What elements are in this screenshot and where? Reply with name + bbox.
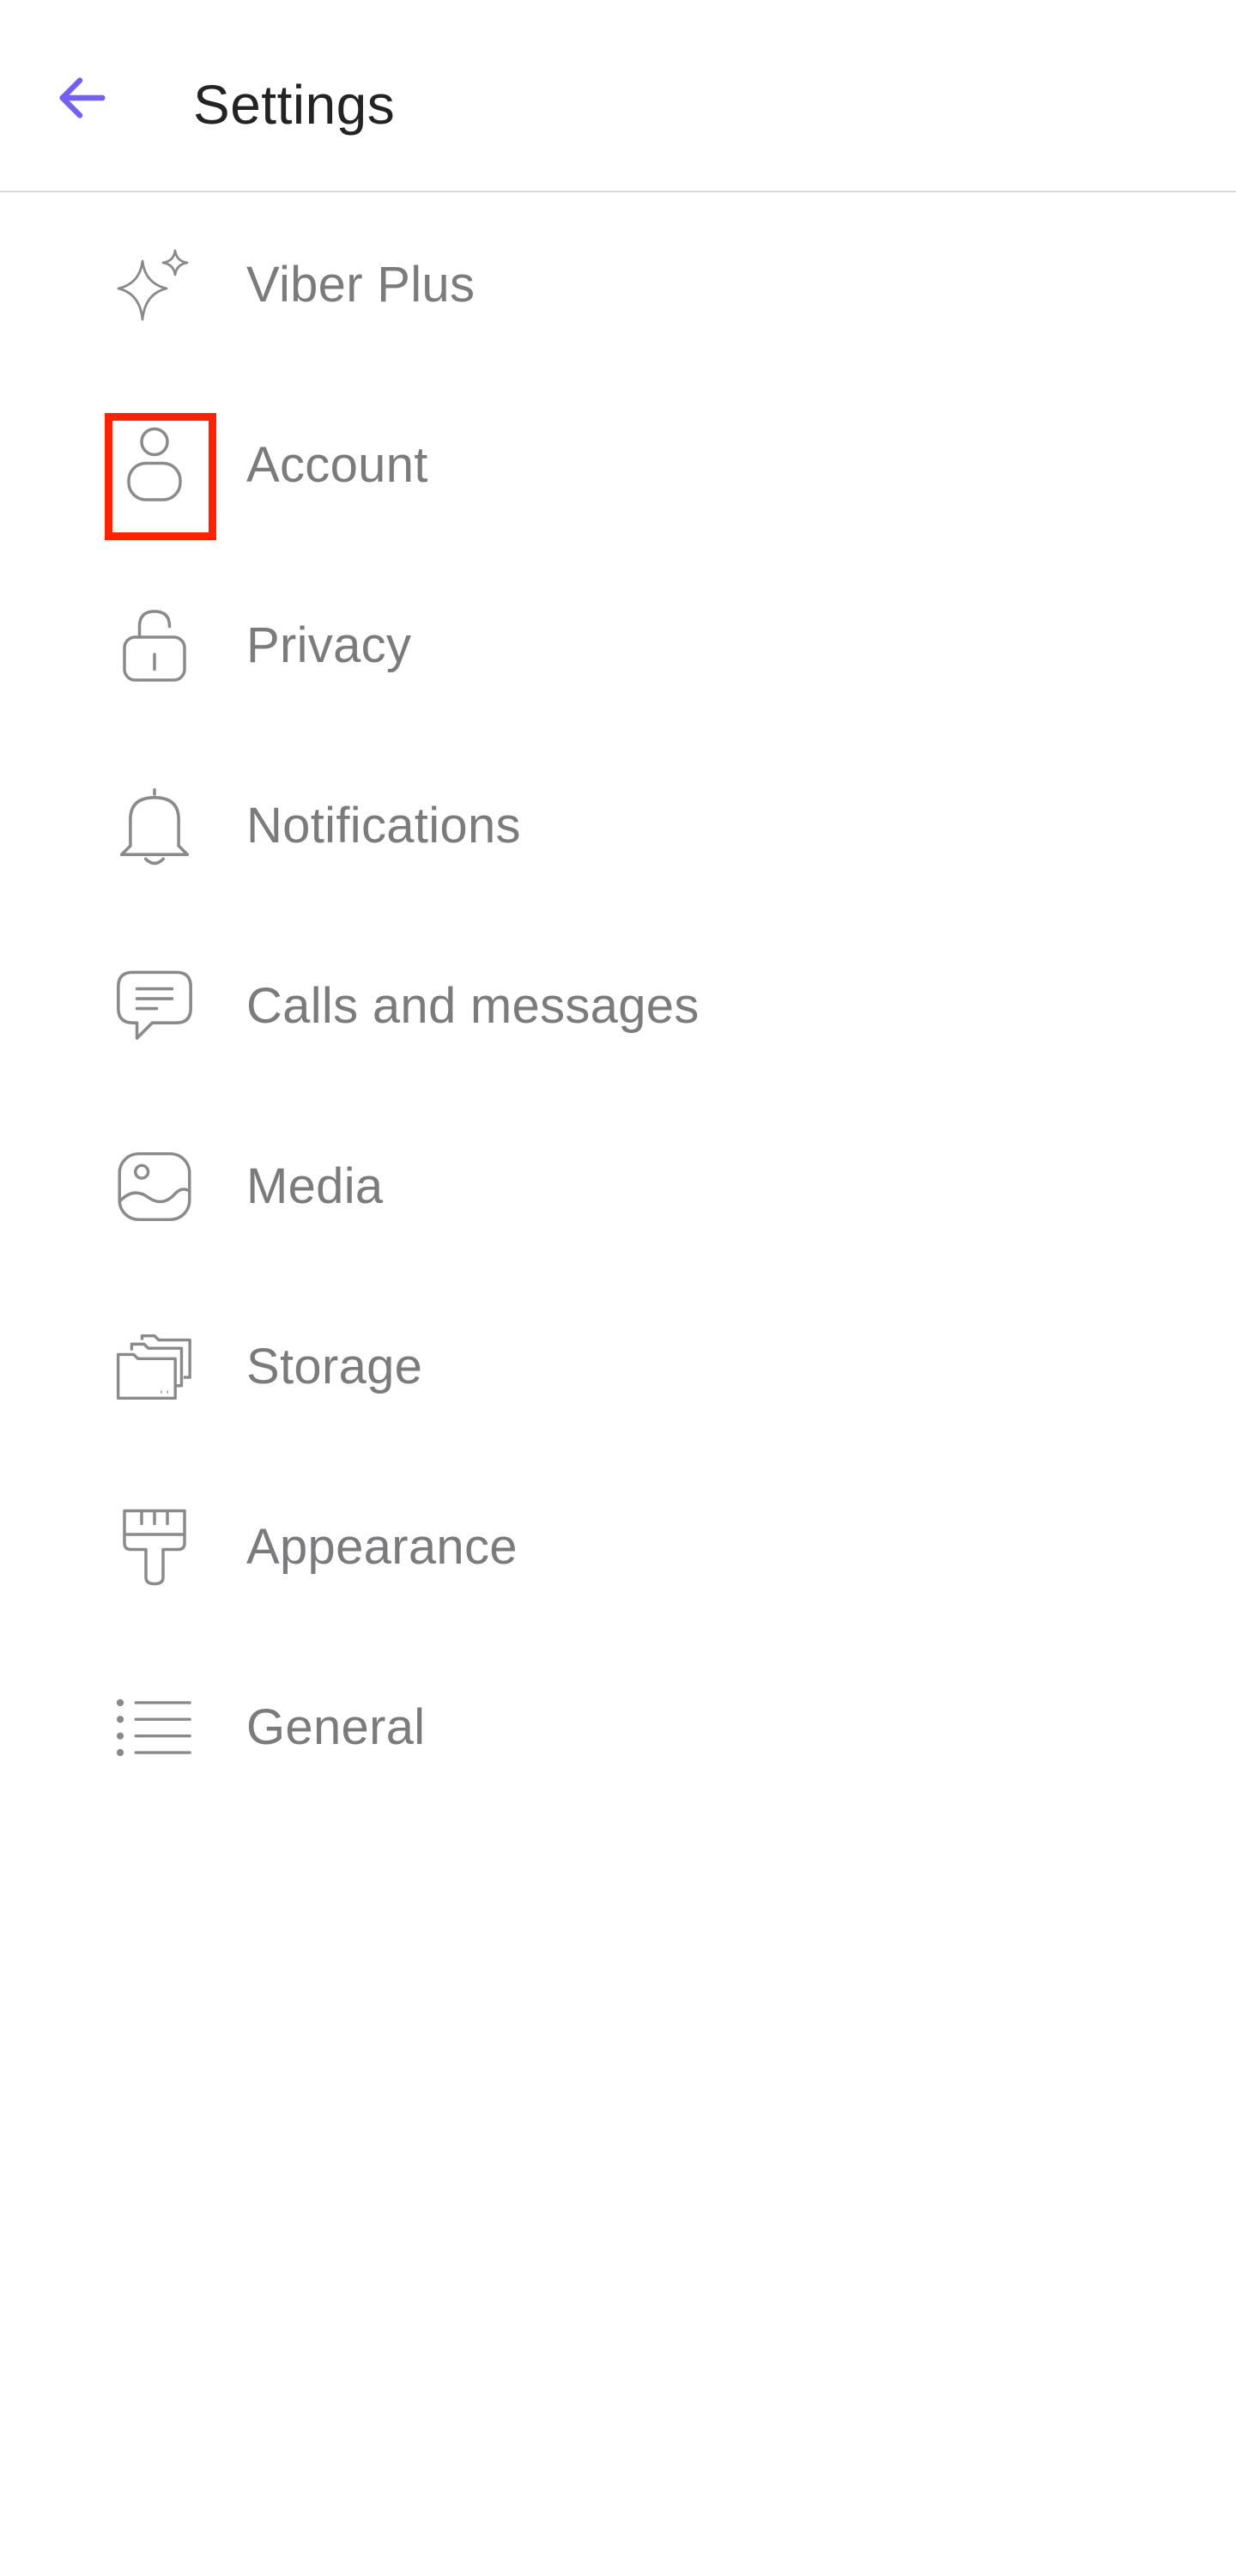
image-icon bbox=[112, 1148, 197, 1225]
settings-item-calls-and-messages[interactable]: Calls and messages bbox=[0, 915, 1236, 1096]
paintbrush-icon bbox=[112, 1509, 197, 1586]
person-icon bbox=[112, 427, 197, 504]
settings-item-label: Storage bbox=[246, 1338, 423, 1394]
settings-item-media[interactable]: Media bbox=[0, 1096, 1236, 1276]
app-bar: Settings bbox=[0, 0, 1236, 192]
settings-item-storage[interactable]: Storage bbox=[0, 1276, 1236, 1456]
settings-item-label: General bbox=[246, 1698, 426, 1755]
list-icon bbox=[112, 1689, 197, 1766]
settings-item-label: Viber Plus bbox=[246, 256, 476, 313]
page-title: Settings bbox=[193, 74, 396, 136]
arrow-left-icon bbox=[52, 68, 112, 128]
settings-item-appearance[interactable]: Appearance bbox=[0, 1456, 1236, 1637]
settings-item-label: Account bbox=[246, 436, 428, 493]
settings-item-viber-plus[interactable]: Viber Plus bbox=[0, 194, 1236, 374]
settings-item-label: Appearance bbox=[246, 1518, 518, 1575]
settings-item-label: Privacy bbox=[246, 617, 412, 673]
settings-item-account[interactable]: Account bbox=[0, 374, 1236, 555]
bell-icon bbox=[112, 787, 197, 866]
settings-item-label: Calls and messages bbox=[246, 977, 700, 1034]
sparkle-icon bbox=[112, 246, 197, 324]
folders-icon bbox=[112, 1328, 197, 1406]
lock-icon bbox=[112, 607, 197, 684]
settings-item-label: Notifications bbox=[246, 797, 521, 854]
back-button[interactable] bbox=[48, 64, 117, 132]
settings-item-general[interactable]: General bbox=[0, 1637, 1236, 1817]
chat-bubble-icon bbox=[112, 968, 197, 1045]
settings-item-notifications[interactable]: Notifications bbox=[0, 735, 1236, 915]
settings-list: Viber Plus Account Privacy Notifications… bbox=[0, 194, 1236, 1817]
settings-item-privacy[interactable]: Privacy bbox=[0, 555, 1236, 735]
settings-item-label: Media bbox=[246, 1157, 384, 1214]
